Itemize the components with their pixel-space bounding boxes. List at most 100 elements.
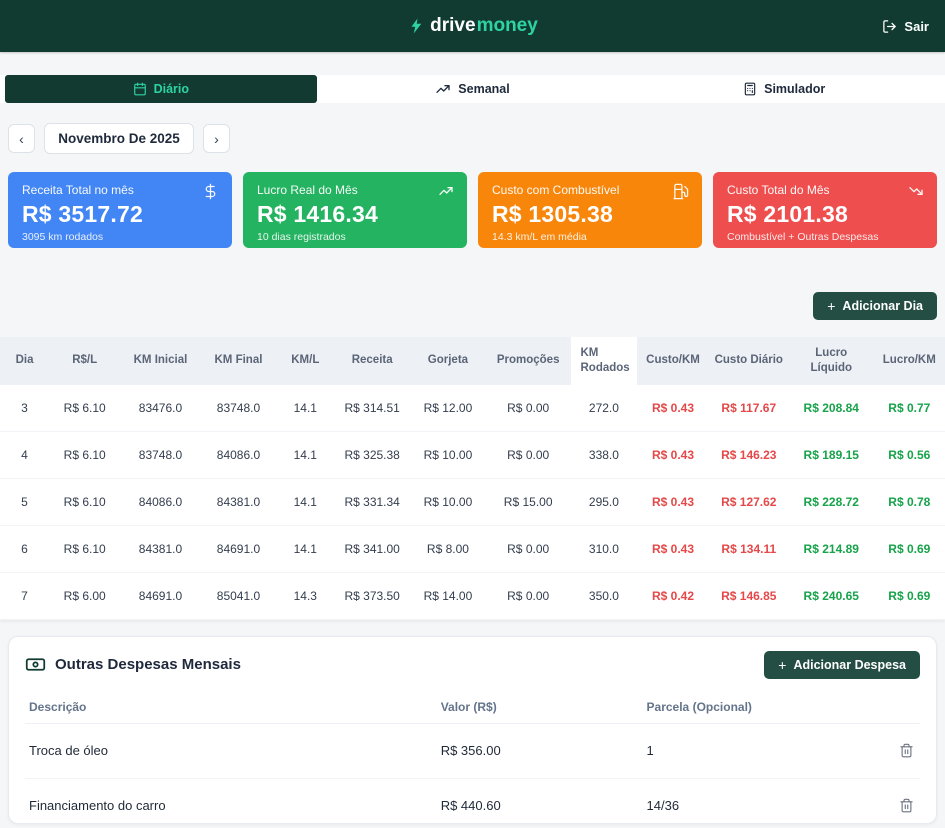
add-day-label: Adicionar Dia [842,299,923,313]
cell: 84381.0 [201,478,277,525]
table-row: 3R$ 6.1083476.083748.014.1R$ 314.51R$ 12… [0,385,945,432]
column-header: Lucro/KM [874,337,945,385]
month-label[interactable]: Novembro De 2025 [44,123,194,154]
cell: R$ 0.42 [637,572,708,619]
column-header: Valor (R$) [437,691,643,724]
cell: 83748.0 [201,385,277,432]
cell: R$ 0.00 [486,572,571,619]
cell: 295.0 [571,478,638,525]
cell: 83748.0 [120,431,200,478]
cell: R$ 373.50 [334,572,410,619]
table-row: 7R$ 6.0084691.085041.014.3R$ 373.50R$ 14… [0,572,945,619]
cell: R$ 325.38 [334,431,410,478]
trash-icon [899,743,914,758]
expense-installment: 14/36 [643,778,867,824]
column-header: R$/L [49,337,120,385]
logo-text-drive: drive [430,15,475,37]
cell: 7 [0,572,49,619]
stat-card-value: R$ 3517.72 [22,201,218,228]
logout-button[interactable]: Sair [882,0,929,52]
cell: R$ 0.00 [486,385,571,432]
app-header: drive money Sair [0,0,945,52]
stat-card-subtitle: 10 dias registrados [257,231,453,243]
expense-row: Troca de óleoR$ 356.001 [25,723,920,778]
cell: R$ 146.23 [709,431,789,478]
add-day-button[interactable]: + Adicionar Dia [813,292,937,320]
cell: 84086.0 [201,431,277,478]
calendar-icon [133,82,147,96]
cell: 350.0 [571,572,638,619]
cell: R$ 341.00 [334,525,410,572]
trending-up-icon [438,183,454,199]
cell: 84086.0 [120,478,200,525]
column-header [866,691,920,724]
column-header: Custo/KM [637,337,708,385]
add-expense-label: Adicionar Despesa [793,658,906,672]
table-row: 6R$ 6.1084381.084691.014.1R$ 341.00R$ 8.… [0,525,945,572]
cell: 84691.0 [120,572,200,619]
next-month-button[interactable]: › [203,124,230,153]
stat-card-subtitle: Combustível + Outras Despesas [727,231,923,243]
stat-card: Receita Total no mês R$ 3517.72 3095 km ro… [8,172,232,248]
tab-diario[interactable]: Diário [5,75,317,103]
column-header: Custo Diário [709,337,789,385]
expense-value: R$ 440.60 [437,778,643,824]
trending-up-icon [435,81,451,97]
cell: 14.1 [276,385,334,432]
tab-semanal[interactable]: Semanal [317,75,629,103]
month-navigation: ‹ Novembro De 2025 › [8,123,945,154]
expenses-table: DescriçãoValor (R$)Parcela (Opcional) Tr… [25,691,920,824]
stat-card-value: R$ 1416.34 [257,201,453,228]
add-expense-button[interactable]: + Adicionar Despesa [764,651,920,679]
cell: 5 [0,478,49,525]
cell: R$ 0.00 [486,431,571,478]
banknote-icon [25,654,46,675]
cell: 272.0 [571,385,638,432]
cell: R$ 0.69 [874,572,945,619]
app-logo: drive money [407,15,538,37]
cell: R$ 134.11 [709,525,789,572]
trash-icon [899,798,914,813]
column-header: KM Inicial [120,337,200,385]
cell: 338.0 [571,431,638,478]
cell: R$ 15.00 [486,478,571,525]
delete-expense-button[interactable] [897,741,916,760]
cell: 4 [0,431,49,478]
daily-table: DiaR$/LKM InicialKM FinalKM/LReceitaGorj… [0,337,945,620]
stat-card-title: Custo Total do Mês [727,183,923,197]
cell: 14.1 [276,525,334,572]
expenses-table-header: DescriçãoValor (R$)Parcela (Opcional) [25,691,920,724]
cell: R$ 189.15 [789,431,874,478]
expense-value: R$ 356.00 [437,723,643,778]
plus-icon: + [778,658,786,672]
stat-card: Custo com CombustívelR$ 1305.3814.3 km/L… [478,172,702,248]
cell: R$ 127.62 [709,478,789,525]
cell: R$ 0.43 [637,385,708,432]
chevron-right-icon: › [214,131,219,147]
stat-card-subtitle: 3095 km rodados [22,231,218,243]
tab-label: Diário [154,82,189,96]
cell: R$ 10.00 [410,478,486,525]
column-header: Descrição [25,691,437,724]
column-header: Receita [334,337,410,385]
stat-card-title: Receita Total no mês [22,183,218,197]
delete-expense-button[interactable] [897,796,916,815]
stat-card: Lucro Real do MêsR$ 1416.3410 dias regis… [243,172,467,248]
cell: R$ 331.34 [334,478,410,525]
tab-simulador[interactable]: Simulador [628,75,940,103]
cell: R$ 0.43 [637,525,708,572]
cell: R$ 12.00 [410,385,486,432]
cell: R$ 6.10 [49,431,120,478]
cell: 14.3 [276,572,334,619]
chevron-left-icon: ‹ [19,131,24,147]
prev-month-button[interactable]: ‹ [8,124,35,153]
table-row: 5R$ 6.1084086.084381.014.1R$ 331.34R$ 10… [0,478,945,525]
column-header: Parcela (Opcional) [643,691,867,724]
calculator-icon [743,82,757,96]
cell: R$ 10.00 [410,431,486,478]
plus-icon: + [827,299,835,313]
cell: R$ 0.69 [874,525,945,572]
cell: R$ 228.72 [789,478,874,525]
cell: R$ 0.56 [874,431,945,478]
stat-card-value: R$ 1305.38 [492,201,688,228]
